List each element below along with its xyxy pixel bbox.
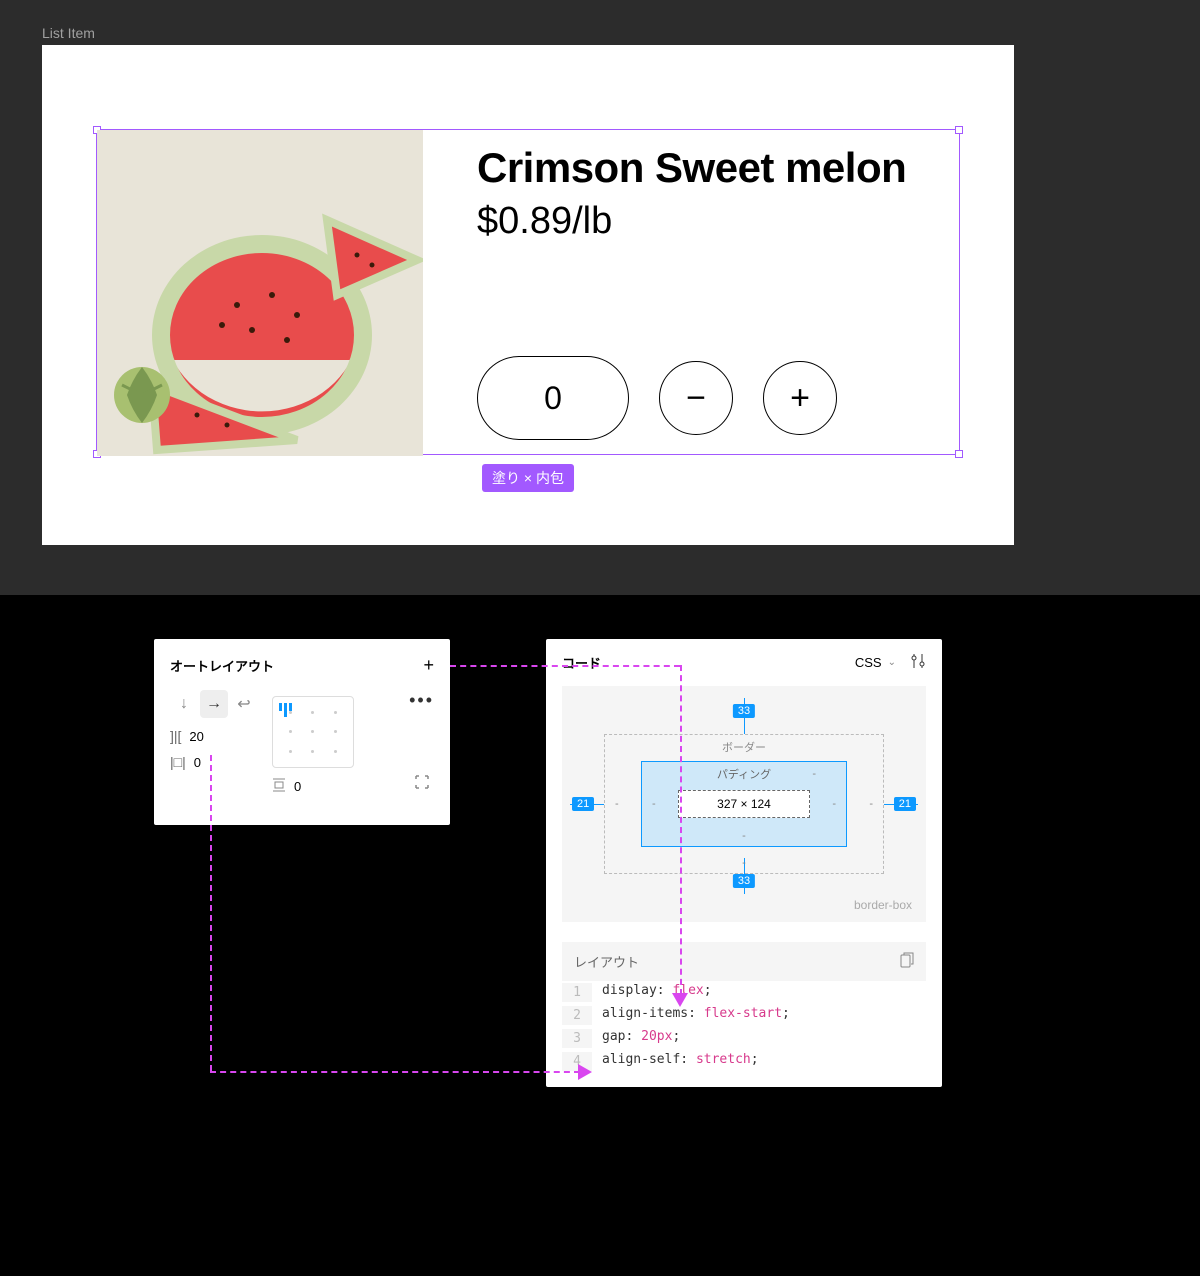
connector-line: [210, 1071, 580, 1073]
selection-handle-br[interactable]: [955, 450, 963, 458]
box-model-diagram: 33 33 21 21 ボーダー - - - パディング - - - - 32: [562, 686, 926, 922]
increment-button[interactable]: +: [763, 361, 837, 435]
product-price: $0.89/lb: [477, 200, 906, 243]
margin-top-value: 33: [733, 704, 755, 718]
direction-group: ↓ → ↩: [170, 690, 258, 718]
chevron-down-icon: ⌄: [888, 657, 896, 668]
layout-title: レイアウト: [574, 952, 639, 971]
code-settings-button[interactable]: [910, 653, 926, 672]
box-sizing-label: border-box: [854, 898, 912, 912]
code-line: 3 gap: 20px;: [562, 1027, 926, 1050]
canvas-area: List Item: [0, 0, 1200, 595]
lower-section: オートレイアウト + ↓ → ↩ ]|[ 20 |□| 0: [0, 595, 1200, 1276]
padding-h-input[interactable]: |□| 0: [170, 754, 258, 770]
code-line: 4 align-self: stretch;: [562, 1050, 926, 1073]
code-line: 1 display: flex;: [562, 981, 926, 1004]
padding-h-value: 0: [194, 755, 201, 770]
selection-handle-tr[interactable]: [955, 126, 963, 134]
quantity-row: 0 − +: [477, 356, 906, 440]
product-title: Crimson Sweet melon: [477, 144, 906, 192]
add-autolayout-button[interactable]: +: [423, 655, 434, 676]
margin-bottom-value: 33: [733, 874, 755, 888]
arrowhead-down-icon: [672, 993, 688, 1007]
code-panel-title: コード: [562, 653, 601, 672]
box-model-content: 327 × 124: [678, 790, 810, 818]
copy-code-button[interactable]: [900, 952, 914, 971]
code-block[interactable]: 1 display: flex; 2 align-items: flex-sta…: [562, 981, 926, 1087]
direction-vertical-button[interactable]: ↓: [170, 690, 198, 718]
autolayout-title: オートレイアウト: [170, 656, 274, 675]
padding-label: パディング: [717, 766, 771, 782]
content-size: 327 × 124: [717, 797, 771, 811]
margin-left-value: 21: [572, 797, 594, 811]
list-item-selection[interactable]: Crimson Sweet melon $0.89/lb 0 − + 塗り × …: [96, 129, 960, 455]
box-model-border: ボーダー - - - パディング - - - - 327 × 124: [604, 734, 884, 874]
selection-badge: 塗り × 内包: [482, 464, 574, 492]
padding-h-icon: |□|: [170, 754, 186, 770]
code-panel: コード CSS ⌄ 33 33 21 21 ボーダー: [546, 639, 942, 1087]
padding-v-input[interactable]: 0: [272, 778, 301, 795]
padding-v-icon: [272, 778, 286, 795]
language-dropdown[interactable]: CSS ⌄: [855, 655, 896, 670]
layout-code-section: レイアウト 1 display: flex; 2 align-items: fl…: [562, 942, 926, 1087]
code-line: 2 align-items: flex-start;: [562, 1004, 926, 1027]
margin-right-value: 21: [894, 797, 916, 811]
frame-label: List Item: [42, 25, 1158, 41]
direction-horizontal-button[interactable]: →: [200, 690, 228, 718]
language-label: CSS: [855, 655, 882, 670]
more-options-button[interactable]: •••: [409, 690, 434, 711]
arrowhead-right-icon: [578, 1064, 592, 1080]
product-image: [97, 130, 423, 456]
autolayout-panel: オートレイアウト + ↓ → ↩ ]|[ 20 |□| 0: [154, 639, 450, 825]
watermelon-illustration: [97, 130, 423, 456]
independent-padding-button[interactable]: [414, 774, 430, 795]
alignment-grid[interactable]: [272, 696, 354, 768]
decrement-button[interactable]: −: [659, 361, 733, 435]
gap-icon: ]|[: [170, 728, 181, 744]
border-label: ボーダー: [722, 739, 766, 755]
padding-v-value: 0: [294, 779, 301, 794]
product-info: Crimson Sweet melon $0.89/lb 0 − +: [477, 130, 906, 454]
direction-wrap-button[interactable]: ↩: [230, 690, 258, 718]
gap-input[interactable]: ]|[ 20: [170, 728, 258, 744]
alignment-indicator-icon: [279, 703, 292, 717]
box-model-padding: パディング - - - - 327 × 124: [641, 761, 847, 847]
canvas-frame[interactable]: Crimson Sweet melon $0.89/lb 0 − + 塗り × …: [42, 45, 1014, 545]
quantity-display: 0: [477, 356, 629, 440]
gap-value: 20: [189, 729, 203, 744]
